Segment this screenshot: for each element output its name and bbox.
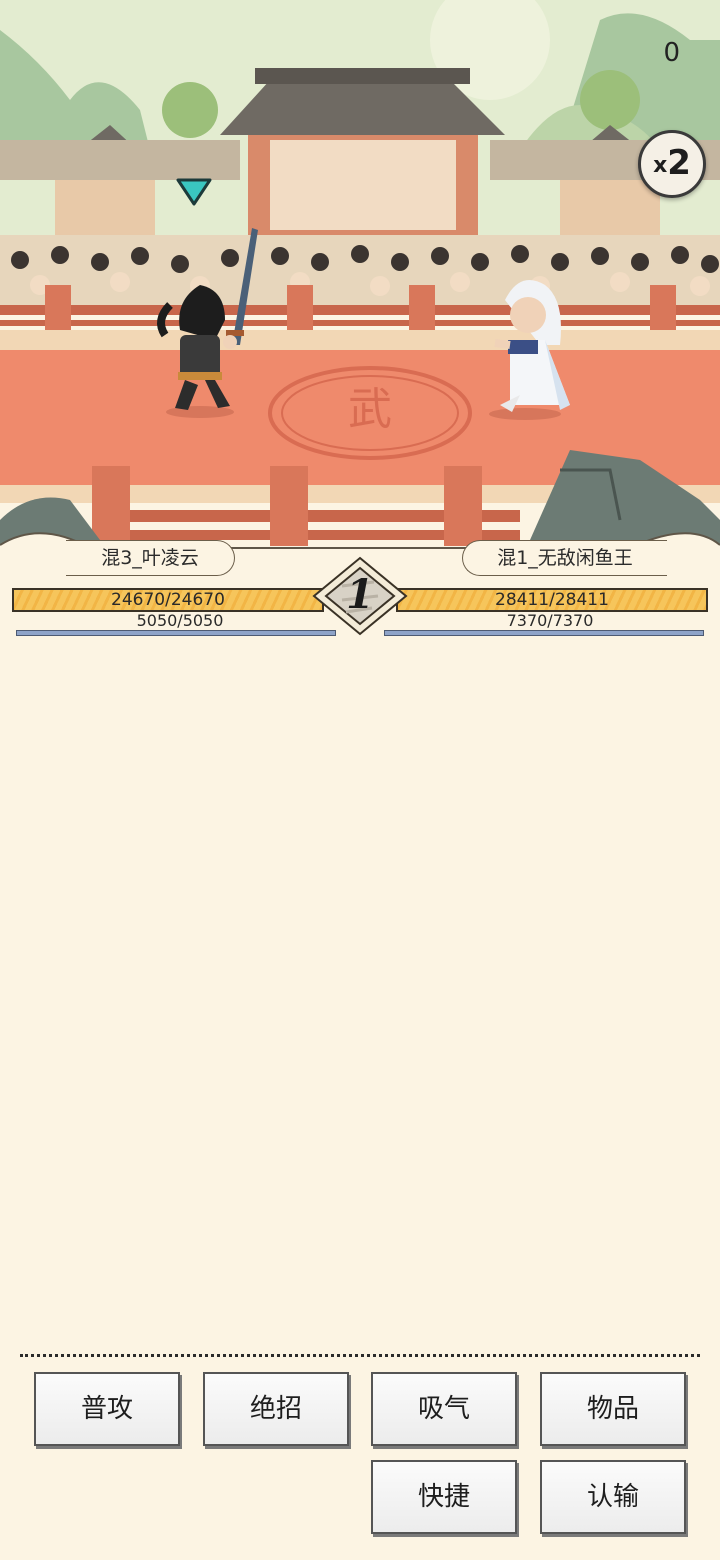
speed-value: 2 <box>667 143 691 183</box>
round-badge: 1 <box>312 556 408 636</box>
breathe-button[interactable]: 吸气 <box>371 1372 517 1446</box>
attack-button[interactable]: 普攻 <box>34 1372 180 1446</box>
player-mp-bar <box>16 630 336 636</box>
battle-scene: 武 0 x2 <box>0 0 720 570</box>
player-name: 混3_叶凌云 <box>66 540 235 576</box>
shortcut-button[interactable]: 快捷 <box>371 1460 517 1534</box>
enemy-hp-bar: 28411/28411 <box>396 588 708 612</box>
ultimate-button[interactable]: 绝招 <box>203 1372 349 1446</box>
arena-background <box>0 0 720 570</box>
enemy-mp-bar <box>384 630 704 636</box>
score-counter: 0 <box>663 38 680 68</box>
game-screen: 武 0 x2 混3_叶凌云 混1_无敌闲鱼王 24670/24670 28411… <box>0 0 720 1560</box>
player-hp-text: 24670/24670 <box>111 590 225 610</box>
enemy-mp-text: 7370/7370 <box>506 611 594 630</box>
items-button[interactable]: 物品 <box>540 1372 686 1446</box>
turn-marker-icon <box>176 178 212 206</box>
player-hp-bar: 24670/24670 <box>12 588 324 612</box>
speed-x2-icon[interactable]: x2 <box>638 130 706 198</box>
arena-emblem: 武 <box>348 384 392 435</box>
enemy-hp-text: 28411/28411 <box>495 590 609 610</box>
divider <box>20 1354 700 1357</box>
player-mp-text: 5050/5050 <box>136 611 224 630</box>
surrender-button[interactable]: 认输 <box>540 1460 686 1534</box>
round-number: 1 <box>346 571 374 618</box>
enemy-name: 混1_无敌闲鱼王 <box>462 540 667 576</box>
speed-prefix: x <box>653 153 668 178</box>
